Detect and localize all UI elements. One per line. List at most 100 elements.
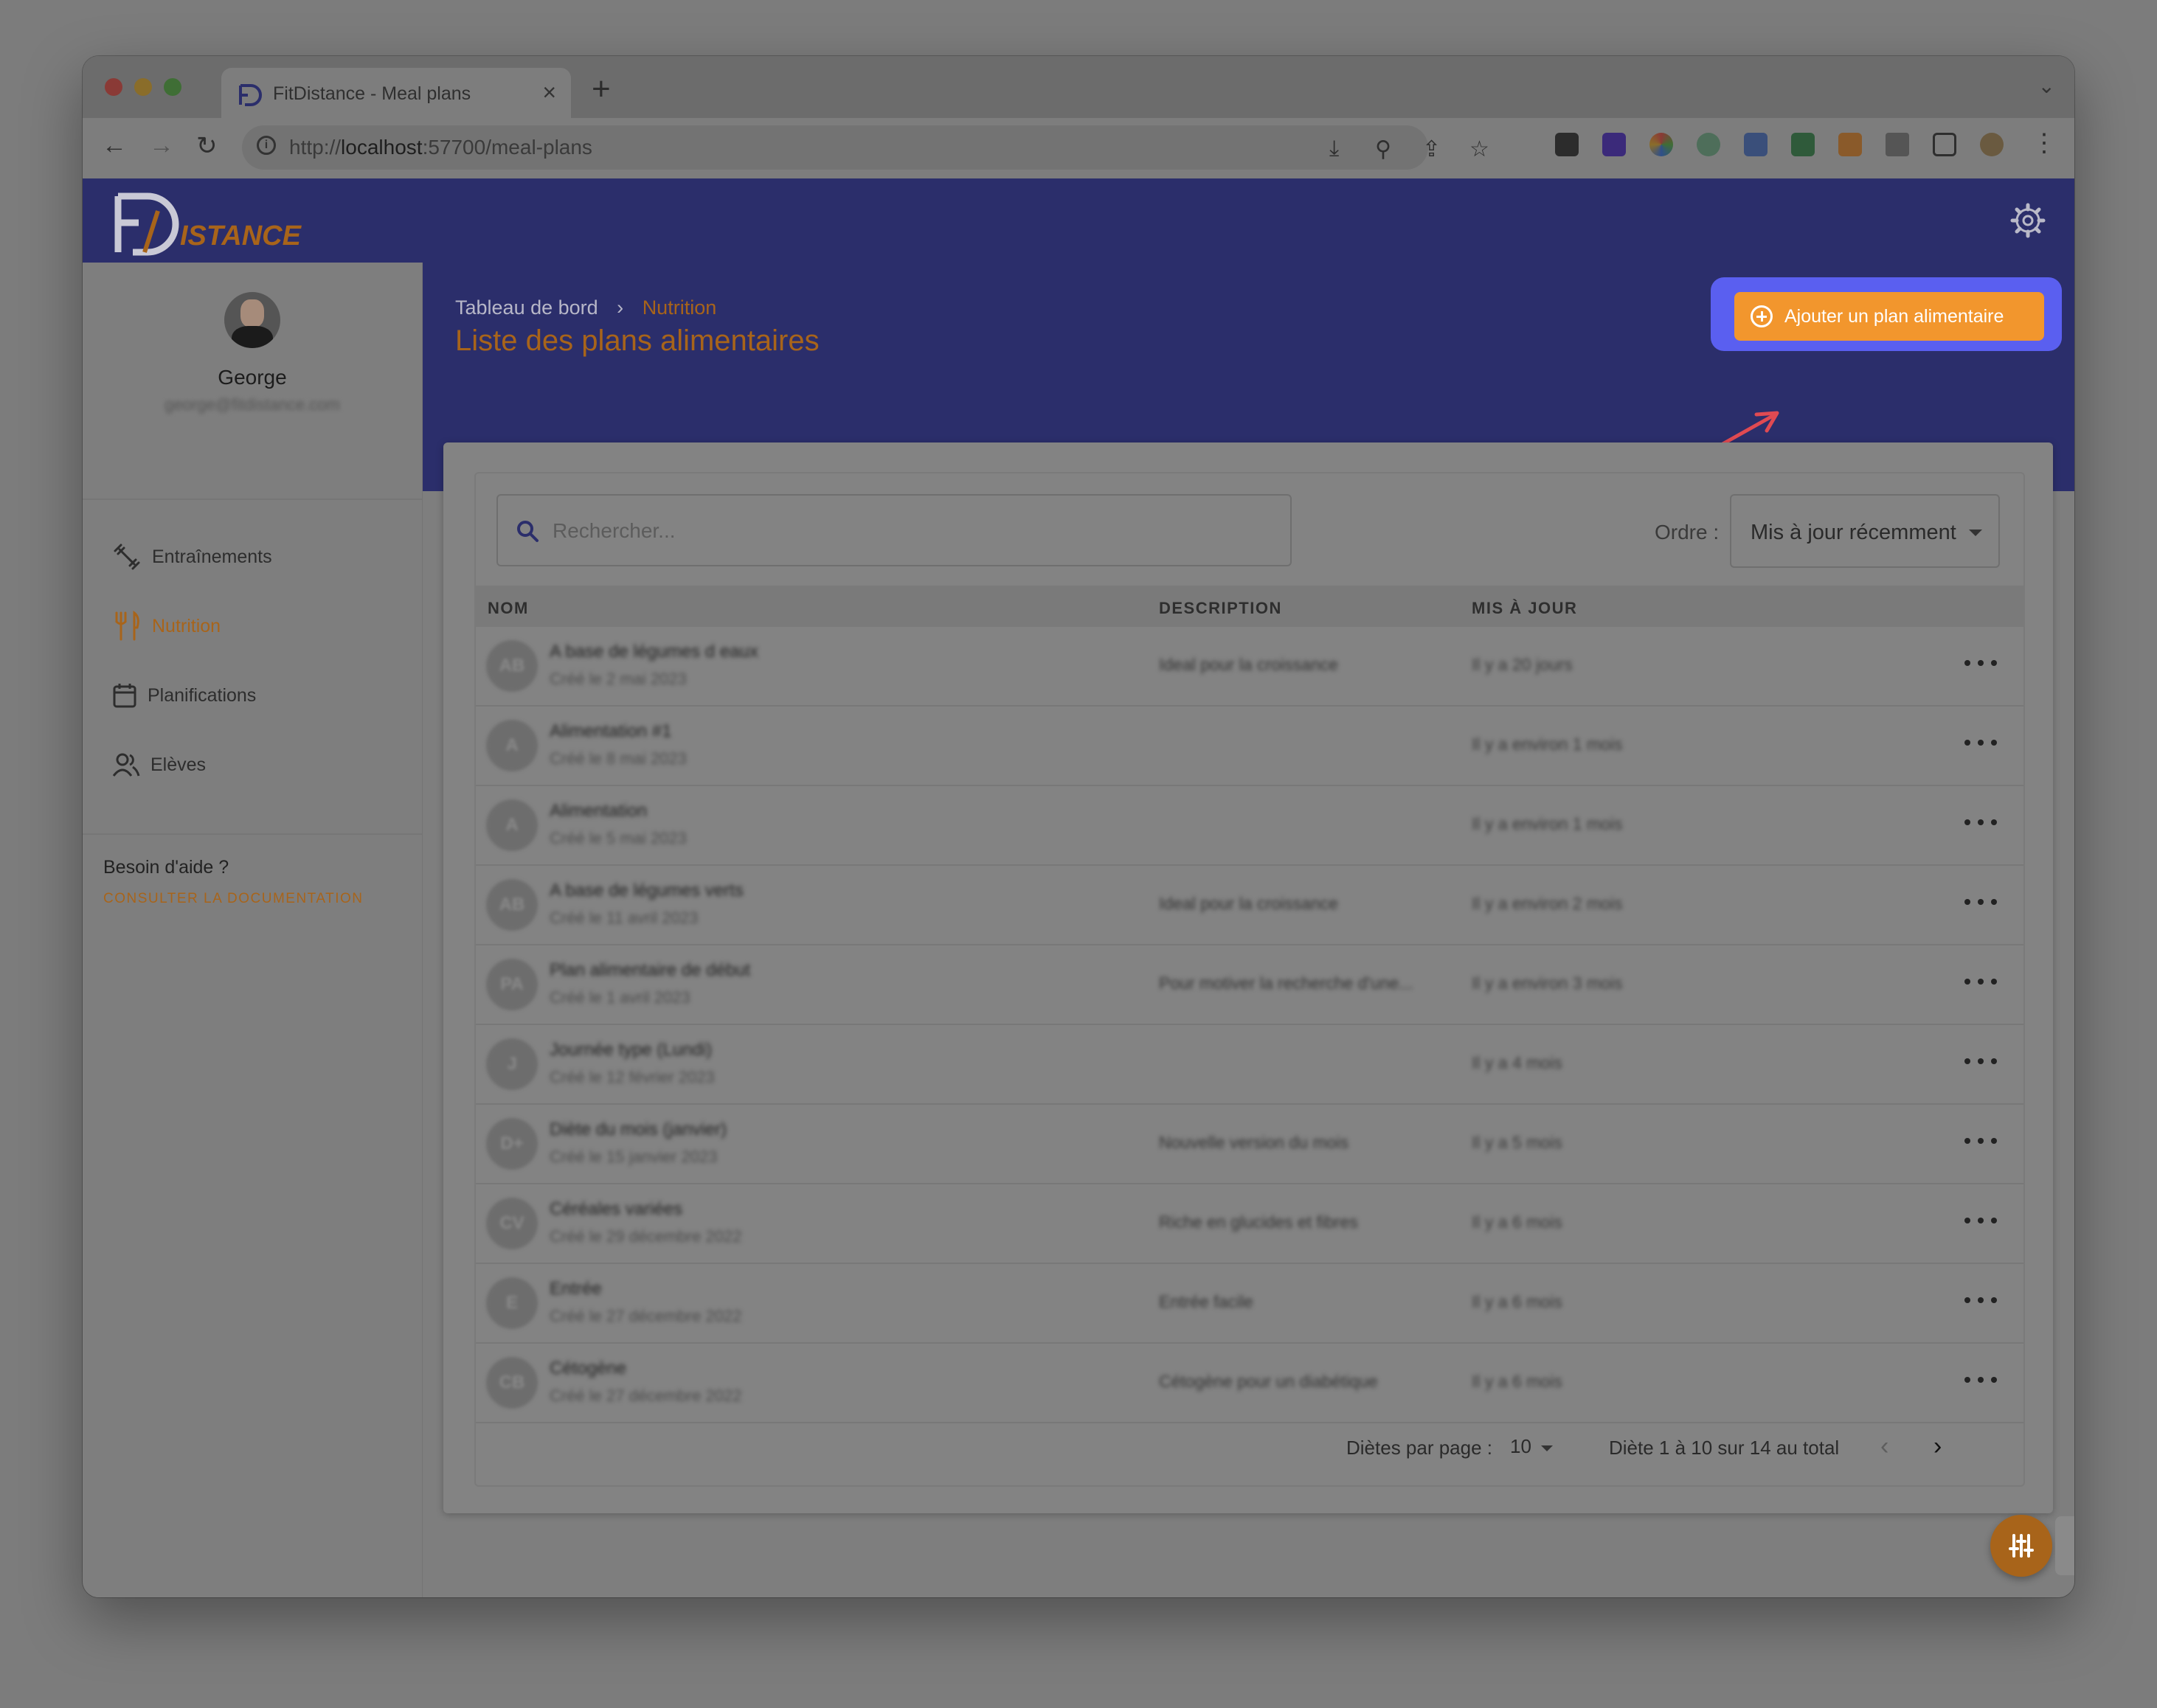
next-page-icon[interactable]: › (1933, 1432, 1942, 1461)
more-options-icon[interactable] (1964, 811, 1997, 833)
search-input[interactable]: Rechercher... (496, 494, 1292, 566)
table-row[interactable]: D+ Diète du mois (janvier) Créé le 15 ja… (476, 1105, 2023, 1184)
settings-fab-button[interactable] (1990, 1515, 2052, 1577)
row-avatar: A (486, 720, 538, 771)
minimize-window-button[interactable] (134, 78, 152, 96)
more-options-icon[interactable] (1964, 971, 1997, 993)
more-options-icon[interactable] (1964, 1289, 1997, 1311)
settings-gear-icon[interactable] (2009, 202, 2046, 239)
zoom-window-button[interactable] (164, 78, 181, 96)
order-label: Ordre : (1655, 521, 1720, 544)
profile-avatar-icon[interactable] (1980, 133, 2004, 156)
more-options-icon[interactable] (1964, 1130, 1997, 1152)
row-name[interactable]: Alimentation (550, 801, 647, 822)
table-row[interactable]: AB A base de légumes d eaux Créé le 2 ma… (476, 627, 2023, 707)
chevron-down-icon (1969, 530, 1982, 536)
browser-menu-icon[interactable]: ⋮ (2032, 128, 2057, 158)
tab-search-chevron-icon[interactable]: ⌄ (2038, 74, 2055, 98)
sidebar-item-planifications[interactable]: Planifications (112, 677, 256, 714)
extension-fox-icon[interactable] (1838, 133, 1862, 156)
browser-tab[interactable]: FitDistance - Meal plans × (221, 68, 571, 118)
row-name[interactable]: Céréales variées (550, 1199, 682, 1220)
table-body: AB A base de légumes d eaux Créé le 2 ma… (476, 627, 2023, 1423)
row-name[interactable]: A base de légumes d eaux (550, 642, 758, 662)
share-icon[interactable]: ⇪ (1422, 136, 1441, 162)
documentation-link[interactable]: CONSULTER LA DOCUMENTATION (103, 891, 364, 907)
extension-face-icon[interactable] (1697, 133, 1720, 156)
utensils-icon (115, 610, 139, 641)
row-avatar: AB (486, 879, 538, 931)
dumbbell-icon (114, 544, 140, 570)
column-name[interactable]: NOM (488, 599, 529, 618)
user-email: george@fitdistance.com (165, 395, 340, 414)
row-name[interactable]: Plan alimentaire de début (550, 960, 750, 981)
row-avatar: A (486, 799, 538, 851)
side-drawer-tab[interactable] (2055, 1516, 2074, 1575)
row-updated: Il y a environ 3 mois (1472, 973, 1623, 993)
row-updated: Il y a environ 2 mois (1472, 894, 1623, 913)
fitdistance-logo[interactable]: ISTANCE (112, 189, 304, 257)
row-name[interactable]: Alimentation #1 (550, 721, 671, 742)
address-bar[interactable]: i http://localhost:57700/meal-plans ⤓ ⚲ … (242, 125, 1489, 170)
forward-arrow-icon[interactable]: → (149, 131, 174, 160)
row-name[interactable]: Entrée (550, 1279, 602, 1299)
sidebar-item-entrainements[interactable]: Entraînements (112, 538, 272, 575)
table-row[interactable]: E Entrée Créé le 27 décembre 2022 Entrée… (476, 1264, 2023, 1344)
add-meal-plan-button[interactable]: Ajouter un plan alimentaire (1734, 292, 2044, 341)
meal-plans-table-container: Rechercher... Ordre : Mis à jour récemme… (474, 472, 2025, 1487)
table-row[interactable]: A Alimentation Créé le 5 mai 2023 Il y a… (476, 786, 2023, 866)
sidebar-item-nutrition[interactable]: Nutrition (112, 608, 221, 645)
row-name[interactable]: Diète du mois (janvier) (550, 1119, 727, 1140)
site-info-icon[interactable]: i (257, 136, 276, 155)
extension-tie-icon[interactable] (1791, 133, 1815, 156)
more-options-icon[interactable] (1964, 732, 1997, 754)
fitdistance-favicon-icon (239, 84, 262, 106)
close-window-button[interactable] (105, 78, 122, 96)
sidebar-item-eleves[interactable]: Elèves (112, 746, 206, 783)
row-created: Créé le 8 mai 2023 (550, 749, 687, 768)
row-updated: Il y a 20 jours (1472, 655, 1573, 674)
previous-page-icon[interactable]: ‹ (1880, 1432, 1888, 1461)
table-row[interactable]: J Journée type (Lundi) Créé le 12 févrie… (476, 1025, 2023, 1105)
url-text[interactable]: http://localhost:57700/meal-plans (289, 136, 592, 159)
browser-window: FitDistance - Meal plans × + ⌄ ← → ↻ i h… (83, 56, 2074, 1597)
row-description: Cétogène pour un diabétique (1159, 1372, 1378, 1391)
extension-colorwheel-icon[interactable] (1649, 133, 1673, 156)
extensions-puzzle-icon[interactable] (1886, 133, 1909, 156)
row-created: Créé le 11 avril 2023 (550, 909, 699, 927)
install-app-icon[interactable]: ⤓ (1329, 136, 1339, 162)
more-options-icon[interactable] (1964, 1369, 1997, 1391)
new-tab-icon[interactable]: + (592, 71, 611, 108)
zoom-icon[interactable]: ⚲ (1375, 136, 1391, 162)
extension-fi-icon[interactable] (1744, 133, 1768, 156)
more-options-icon[interactable] (1964, 652, 1997, 674)
table-row[interactable]: A Alimentation #1 Créé le 8 mai 2023 Il … (476, 707, 2023, 786)
row-name[interactable]: Cétogène (550, 1358, 626, 1379)
extension-send-icon[interactable] (1555, 133, 1579, 156)
extension-v-icon[interactable] (1602, 133, 1626, 156)
row-created: Créé le 2 mai 2023 (550, 670, 687, 688)
row-description: Entrée facile (1159, 1292, 1253, 1311)
more-options-icon[interactable] (1964, 891, 1997, 913)
column-description[interactable]: DESCRIPTION (1159, 599, 1282, 618)
chevron-down-icon[interactable] (1541, 1445, 1553, 1451)
close-tab-icon[interactable]: × (542, 79, 556, 106)
per-page-select[interactable]: 10 (1510, 1435, 1531, 1458)
order-select[interactable]: Mis à jour récemment (1730, 494, 2000, 568)
row-updated: Il y a 6 mois (1472, 1292, 1562, 1311)
column-updated[interactable]: MIS À JOUR (1472, 599, 1577, 618)
table-row[interactable]: AB A base de légumes verts Créé le 11 av… (476, 866, 2023, 945)
side-panel-icon[interactable] (1933, 133, 1956, 156)
avatar[interactable] (224, 292, 280, 348)
more-options-icon[interactable] (1964, 1209, 1997, 1232)
more-options-icon[interactable] (1964, 1050, 1997, 1072)
table-row[interactable]: CV Céréales variées Créé le 29 décembre … (476, 1184, 2023, 1264)
row-name[interactable]: A base de légumes verts (550, 881, 744, 901)
reload-icon[interactable]: ↻ (196, 131, 218, 161)
bookmark-star-icon[interactable]: ☆ (1469, 136, 1489, 162)
back-arrow-icon[interactable]: ← (102, 131, 127, 160)
row-name[interactable]: Journée type (Lundi) (550, 1040, 712, 1060)
row-description: Pour motiver la recherche d'une... (1159, 973, 1413, 993)
table-row[interactable]: PA Plan alimentaire de début Créé le 1 a… (476, 945, 2023, 1025)
breadcrumb-root[interactable]: Tableau de bord (455, 296, 598, 319)
